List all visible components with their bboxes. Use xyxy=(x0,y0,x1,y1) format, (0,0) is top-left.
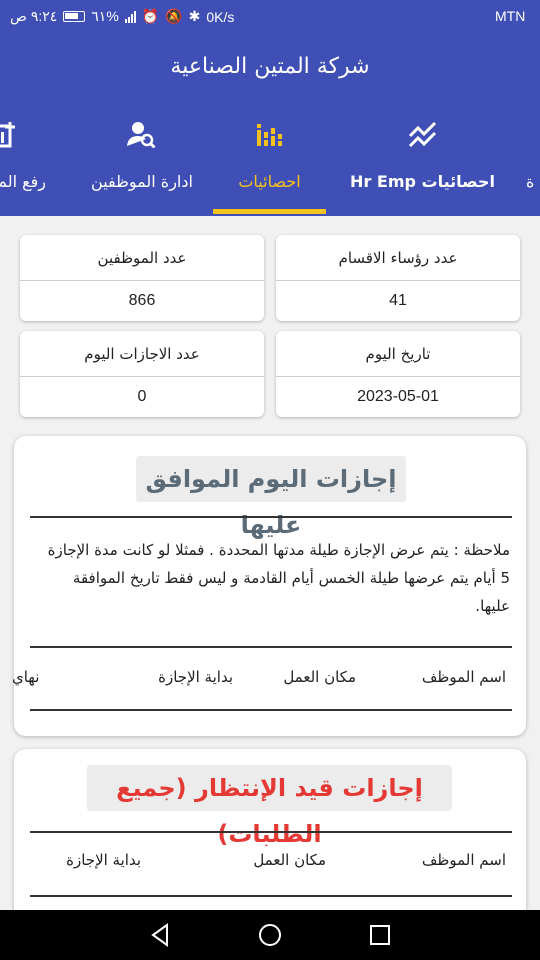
battery-icon xyxy=(63,11,86,22)
tab-statistics-label: احصائيات xyxy=(238,172,301,191)
tab-partial-right-label: ة xyxy=(526,172,535,191)
stat-department-heads-label: عدد رؤساء الاقسام xyxy=(276,235,520,281)
divider xyxy=(30,709,512,711)
network-speed: 0K/s xyxy=(206,8,235,25)
bar-chart-icon xyxy=(256,124,282,146)
status-bar: ٩:٢٤ ص ٦١% ⏰ 🔕 ✱ 0K/s MTN xyxy=(0,0,540,34)
back-icon[interactable] xyxy=(147,922,173,948)
system-nav-bar xyxy=(0,910,540,960)
pending-column-leave-start: بداية الإجازة xyxy=(66,851,141,869)
stat-today-date-label: تاريخ اليوم xyxy=(276,331,520,377)
tab-manage-employees-label: ادارة الموظفين xyxy=(91,172,193,191)
tab-hr-emp-statistics-label: احصائيات Hr Emp xyxy=(350,172,495,191)
manage-users-icon xyxy=(127,122,156,148)
approved-leaves-note: ملاحظة : يتم عرض الإجازة طيلة مدتها المح… xyxy=(47,541,510,615)
home-icon[interactable] xyxy=(257,922,283,948)
divider xyxy=(30,646,512,648)
status-time: ٩:٢٤ ص xyxy=(10,8,58,24)
active-tab-indicator xyxy=(213,209,326,214)
app-title: شركة المتين الصناعية xyxy=(170,54,370,79)
divider xyxy=(30,516,512,518)
stat-employees-value: 866 xyxy=(128,292,156,309)
signal-icon xyxy=(124,10,136,23)
upload-chart-icon xyxy=(0,122,15,148)
stat-today-date-value: 2023-05-01 xyxy=(357,388,439,405)
carrier-name: MTN xyxy=(495,8,526,24)
divider xyxy=(30,831,512,833)
stat-card-employees: عدد الموظفين 866 xyxy=(20,235,264,321)
pending-column-workplace: مكان العمل xyxy=(253,851,326,869)
recents-icon[interactable] xyxy=(367,922,393,948)
tab-hr-emp-statistics[interactable]: احصائيات Hr Emp xyxy=(340,104,505,216)
column-header-workplace: مكان العمل xyxy=(283,668,356,686)
battery-level: ٦١% xyxy=(91,8,119,24)
tab-manage-employees[interactable]: ادارة الموظفين xyxy=(78,104,206,216)
stat-employees-label: عدد الموظفين xyxy=(20,235,264,281)
bluetooth-icon: ✱ xyxy=(188,8,201,24)
approved-leaves-card: إجازات اليوم الموافق عليها ملاحظة : يتم … xyxy=(12,436,526,736)
stat-today-leaves-label: عدد الاجازات اليوم xyxy=(20,331,264,377)
tab-bar: رفع الم ادارة الموظفين احصائيات احصائيات… xyxy=(0,104,540,216)
pending-leaves-title: إجازات قيد الإنتظار (جميع الطلبات) xyxy=(87,765,452,848)
divider xyxy=(30,895,512,897)
alarm-icon: ⏰ xyxy=(141,8,160,24)
column-header-employee-name: اسم الموظف xyxy=(421,668,506,686)
column-header-leave-end: نهاي xyxy=(12,668,40,686)
trend-lines-icon xyxy=(408,121,436,148)
stat-card-today-leaves: عدد الاجازات اليوم 0 xyxy=(20,331,264,417)
stat-today-leaves-value: 0 xyxy=(137,388,147,405)
stat-department-heads-value: 41 xyxy=(389,292,407,309)
tab-statistics[interactable]: احصائيات xyxy=(213,104,326,216)
approved-leaves-title: إجازات اليوم الموافق عليها xyxy=(136,456,406,539)
stat-card-today-date: تاريخ اليوم 2023-05-01 xyxy=(276,331,520,417)
pending-column-employee-name: اسم الموظف xyxy=(421,851,506,869)
tab-upload-label: رفع الم xyxy=(0,172,46,191)
tab-partial-right[interactable]: ة xyxy=(520,104,540,216)
tab-upload[interactable]: رفع الم xyxy=(0,104,60,216)
status-left-group: ٩:٢٤ ص ٦١% ⏰ 🔕 ✱ 0K/s xyxy=(10,8,234,25)
app-bar: شركة المتين الصناعية xyxy=(0,34,540,104)
stat-card-department-heads: عدد رؤساء الاقسام 41 xyxy=(276,235,520,321)
mute-icon: 🔕 xyxy=(165,8,183,24)
column-header-leave-start: بداية الإجازة xyxy=(158,668,233,686)
